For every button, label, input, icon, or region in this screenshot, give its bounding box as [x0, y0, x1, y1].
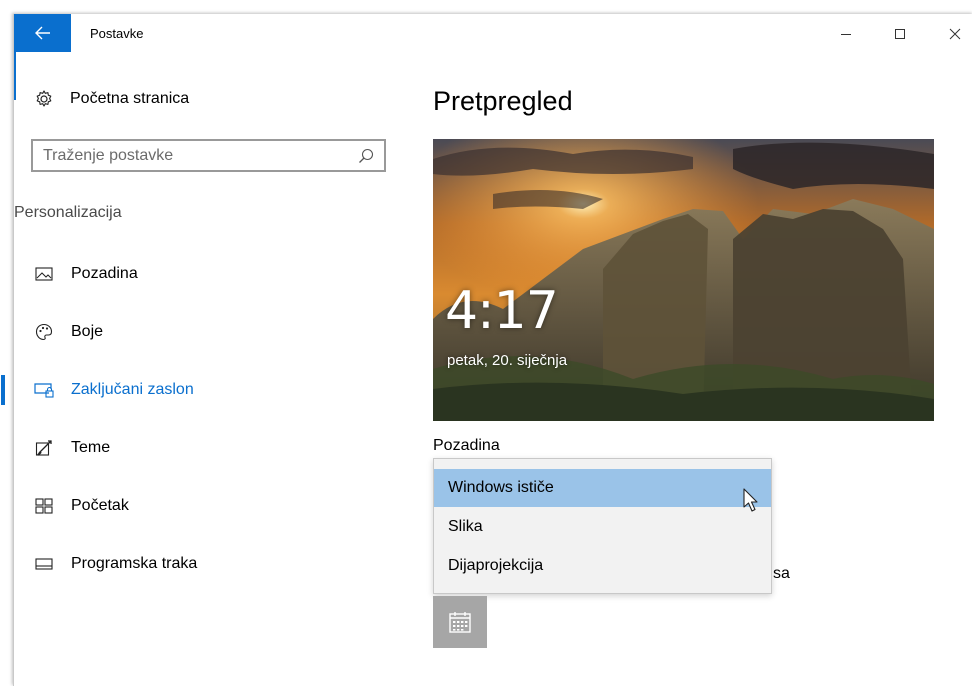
- dropdown-option-slika[interactable]: Slika: [434, 508, 771, 546]
- sidebar-item-label: Boje: [71, 323, 104, 340]
- lock-screen-date: petak, 20. siječnja: [447, 352, 568, 369]
- themes-icon: [34, 438, 54, 458]
- sidebar-item-label: Programska traka: [71, 555, 198, 572]
- maximize-button[interactable]: [880, 22, 920, 46]
- sidebar-item-label: Pozadina: [71, 265, 138, 282]
- sidebar-item-label: Zaključani zaslon: [71, 381, 194, 398]
- section-title: Personalizacija: [14, 204, 122, 221]
- search-icon[interactable]: [358, 148, 374, 164]
- dropdown-option-dijaprojekcija[interactable]: Dijaprojekcija: [434, 547, 771, 585]
- picture-icon: [34, 264, 54, 284]
- home-label: Početna stranica: [70, 90, 190, 107]
- taskbar-icon: [34, 554, 54, 574]
- obscured-setting-label: sa: [773, 565, 790, 582]
- title-bar: Postavke: [14, 14, 972, 52]
- back-button[interactable]: [14, 14, 71, 52]
- lock-screen-preview: 4:17 petak, 20. siječnja: [433, 139, 934, 421]
- maximize-icon: [895, 29, 905, 39]
- background-label: Pozadina: [433, 437, 500, 454]
- start-icon: [34, 496, 54, 516]
- arrow-left-icon: [34, 26, 50, 40]
- mouse-cursor-icon: [743, 488, 758, 512]
- sidebar-item-zakljucani-zaslon[interactable]: Zaključani zaslon: [1, 375, 384, 405]
- home-link[interactable]: Početna stranica: [34, 86, 189, 112]
- sidebar-item-teme[interactable]: Teme: [14, 433, 384, 463]
- minimize-icon: [841, 34, 851, 35]
- minimize-button[interactable]: [826, 22, 866, 46]
- sidebar-item-programska-traka[interactable]: Programska traka: [14, 549, 384, 579]
- background-dropdown-list[interactable]: Windows ističe Slika Dijaprojekcija: [433, 458, 772, 594]
- calendar-icon: [449, 612, 471, 633]
- calendar-app-tile[interactable]: [433, 596, 487, 648]
- close-button[interactable]: [935, 22, 972, 46]
- palette-icon: [34, 322, 54, 342]
- settings-window: Postavke Početna stranica Traženje posta…: [1, 14, 972, 686]
- search-box[interactable]: [31, 139, 386, 172]
- sidebar-item-pocetak[interactable]: Početak: [14, 491, 384, 521]
- sidebar-item-label: Teme: [71, 439, 111, 456]
- sidebar-item-pozadina[interactable]: Pozadina: [14, 259, 384, 289]
- lock-screen-icon: [34, 380, 54, 400]
- accent-strip: [14, 52, 16, 100]
- close-icon: [949, 28, 961, 40]
- gear-icon: [36, 90, 52, 107]
- page-title: Pretpregled: [433, 86, 573, 116]
- sidebar-item-boje[interactable]: Boje: [14, 317, 384, 347]
- sidebar-item-label: Početak: [71, 497, 129, 514]
- lock-screen-time: 4:17: [445, 281, 559, 341]
- search-input[interactable]: [43, 146, 343, 165]
- window-title: Postavke: [90, 26, 144, 41]
- dropdown-option-windows-istice[interactable]: Windows ističe: [434, 469, 771, 507]
- preview-background-image: [433, 139, 934, 421]
